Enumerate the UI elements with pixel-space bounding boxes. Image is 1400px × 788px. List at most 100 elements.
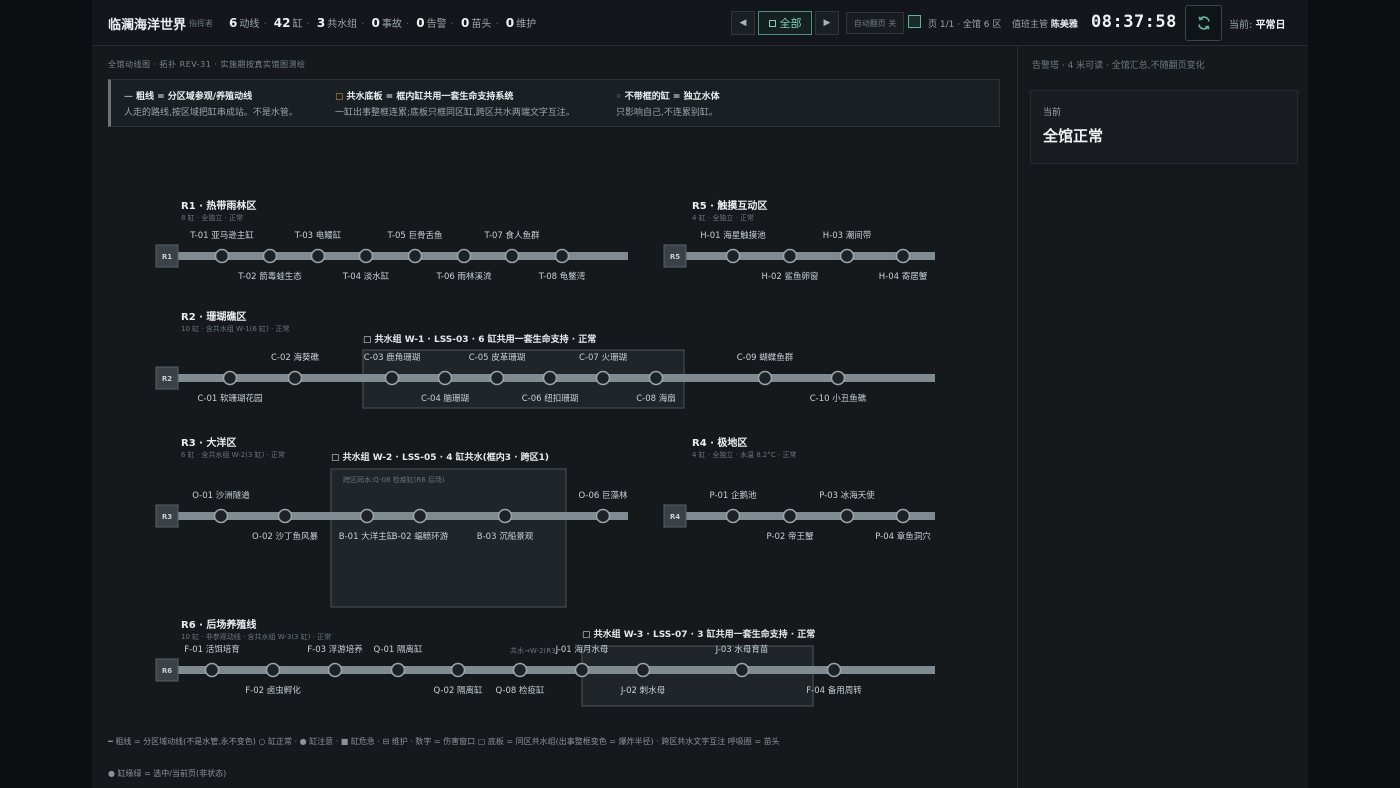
refresh-button[interactable]: [1185, 5, 1222, 41]
zone-title-r4: R4 · 极地区: [692, 436, 747, 449]
page-info: 页 1/1 · 全馆 6 区: [928, 20, 1002, 30]
auto-page-toggle[interactable]: 自动翻页 关: [846, 12, 904, 34]
chevron-right-icon: ▶: [823, 18, 831, 28]
tank-node: [437, 370, 453, 386]
group-label-r2: ▢ 共水组 W-1 · LSS-03 · 6 缸共用一套生命支持 · 正常: [363, 333, 596, 345]
tank-node: [839, 248, 855, 264]
zone-meta-r5: 4 缸 · 全独立 · 正常: [692, 213, 754, 222]
tank-node: [456, 248, 472, 264]
tank-label: J-01 海月水母: [555, 644, 609, 655]
route-line-r4: [671, 512, 935, 520]
next-page-button[interactable]: ▶: [815, 11, 839, 35]
tank-label: Q-08 检疫缸: [495, 685, 545, 696]
tank-node: [595, 508, 611, 524]
zone-title-r2: R2 · 珊瑚礁区: [181, 310, 246, 323]
tank-label: P-04 章鱼洞穴: [875, 531, 931, 542]
tank-label: T-04 淡水缸: [342, 271, 390, 282]
group-label-r3: ▢ 共水组 W-2 · LSS-05 · 4 缸共水(框内3 · 跨区1): [331, 451, 549, 463]
tank-node: [504, 248, 520, 264]
alert-tower-panel: 告警塔 · 4 米可读 · 全馆汇总,不随翻页变化 当前 全馆正常: [1017, 46, 1308, 788]
app-window: 临澜海洋世界 指挥者 6 动线 · 42 缸 · 3 共水组 · 0 事故 · 0 告警 · 0 苗头…: [92, 0, 1308, 788]
tank-label: C-01 软珊瑚花园: [197, 393, 262, 404]
tank-label: J-02 刺水母: [620, 685, 665, 696]
zone-meta-r2: 10 缸 · 含共水组 W-1(6 缸) · 正常: [181, 324, 289, 333]
tank-label: H-01 海星触摸池: [700, 230, 766, 241]
tank-label: T-07 食人鱼群: [484, 230, 540, 241]
tank-node: [895, 248, 911, 264]
app-title: 临澜海洋世界: [108, 18, 187, 33]
zone-badge-label-r2: R2: [162, 375, 172, 383]
tank-label: F-01 活饵培育: [184, 644, 239, 655]
tank-label: F-02 卤虫孵化: [245, 685, 301, 696]
zone-badge-label-r3: R3: [162, 513, 172, 521]
current-status-card: 当前 全馆正常: [1030, 90, 1298, 164]
clock: 08:37:58: [1091, 12, 1177, 32]
zone-meta-r1: 8 缸 · 全独立 · 正常: [181, 213, 243, 222]
tank-node: [648, 370, 664, 386]
chevron-left-icon: ◀: [739, 18, 747, 28]
tank-node: [734, 662, 750, 678]
route-line-r5: [671, 252, 935, 260]
tank-node: [725, 248, 741, 264]
tank-node: [390, 662, 406, 678]
tank-label: B-03 沉船景观: [477, 531, 534, 542]
tank-label: C-10 小丑鱼礁: [810, 393, 867, 404]
zone-badge-label-r1: R1: [162, 253, 172, 261]
tank-node: [310, 248, 326, 264]
tank-node: [327, 662, 343, 678]
tank-node: [725, 508, 741, 524]
tank-node: [213, 508, 229, 524]
tank-node: [782, 508, 798, 524]
tank-node: [830, 370, 846, 386]
tank-node: [358, 248, 374, 264]
tank-label: T-05 巨骨舌鱼: [387, 230, 443, 241]
tank-label: T-03 电鳗缸: [294, 230, 342, 241]
tank-label: T-06 雨林溪流: [436, 271, 492, 282]
group-note-r3: 跨区同水:Q-08 检疫缸(R6 后场): [343, 475, 445, 484]
tank-node: [635, 662, 651, 678]
page-checkbox[interactable]: [908, 15, 921, 28]
tank-node: [265, 662, 281, 678]
all-zones-button[interactable]: 全部: [758, 11, 812, 35]
tank-node: [512, 662, 528, 678]
current-status-label: 当前: [1043, 108, 1062, 118]
summary-stats: 6 动线 · 42 缸 · 3 共水组 · 0 事故 · 0 告警 · 0 苗头 · 0 维护: [229, 16, 537, 30]
tank-node: [895, 508, 911, 524]
tank-label: C-06 纽扣珊瑚: [522, 393, 579, 404]
zone-badge-label-r6: R6: [162, 667, 172, 675]
tank-label: C-05 皮革珊瑚: [469, 352, 526, 363]
duty-manager: 值班主管 陈美雅: [1012, 20, 1078, 30]
tank-node: [489, 370, 505, 386]
tank-node: [757, 370, 773, 386]
zone-title-r1: R1 · 热带雨林区: [181, 199, 256, 212]
tank-label: O-06 巨藻林: [578, 490, 628, 501]
tank-node: [782, 248, 798, 264]
app-subtitle: 指挥者: [189, 19, 213, 28]
tank-node: [554, 248, 570, 264]
prev-page-button[interactable]: ◀: [731, 11, 755, 35]
cross-note-r6: 共水→W-2(R3): [510, 646, 559, 655]
group-label-r6: ▢ 共水组 W-3 · LSS-07 · 3 缸共用一套生命支持 · 正常: [582, 628, 815, 640]
alert-tower-header: 告警塔 · 4 米可读 · 全馆汇总,不随翻页变化: [1032, 61, 1205, 71]
tank-node: [412, 508, 428, 524]
tank-node: [542, 370, 558, 386]
tank-label: F-03 浮游培养: [307, 644, 363, 655]
tank-node: [287, 370, 303, 386]
group-panel-r6: [581, 645, 814, 707]
main-panel: 全馆动线图 · 拓扑 REV-31 · 实施期按真实馆图测绘 — 粗线 = 分区域…: [92, 46, 1016, 788]
tank-node: [359, 508, 375, 524]
tank-node: [450, 662, 466, 678]
zone-title-r6: R6 · 后场养殖线: [181, 618, 256, 631]
tank-node: [407, 248, 423, 264]
tank-node: [826, 662, 842, 678]
zone-meta-r3: 6 缸 · 含共水组 W-2(3 缸) · 正常: [181, 450, 285, 459]
tank-label: O-02 沙丁鱼风暴: [252, 531, 319, 542]
tank-node: [497, 508, 513, 524]
refresh-icon: [1197, 16, 1210, 30]
zone-meta-r4: 4 缸 · 全独立 · 水温 8.2°C · 正常: [692, 450, 796, 459]
top-bar: 临澜海洋世界 指挥者 6 动线 · 42 缸 · 3 共水组 · 0 事故 · 0 告警 · 0 苗头…: [92, 0, 1308, 46]
footer-note: ● 缸缘绿 = 选中/当前页(非状态): [108, 769, 227, 778]
footer-legend: ━ 粗线 = 分区域动线(不是水管,永不变色) ○ 缸正常 · ● 缸注意 · …: [108, 737, 780, 746]
zone-badge-label-r5: R5: [670, 253, 680, 261]
tank-label: H-03 潮间带: [823, 230, 872, 241]
